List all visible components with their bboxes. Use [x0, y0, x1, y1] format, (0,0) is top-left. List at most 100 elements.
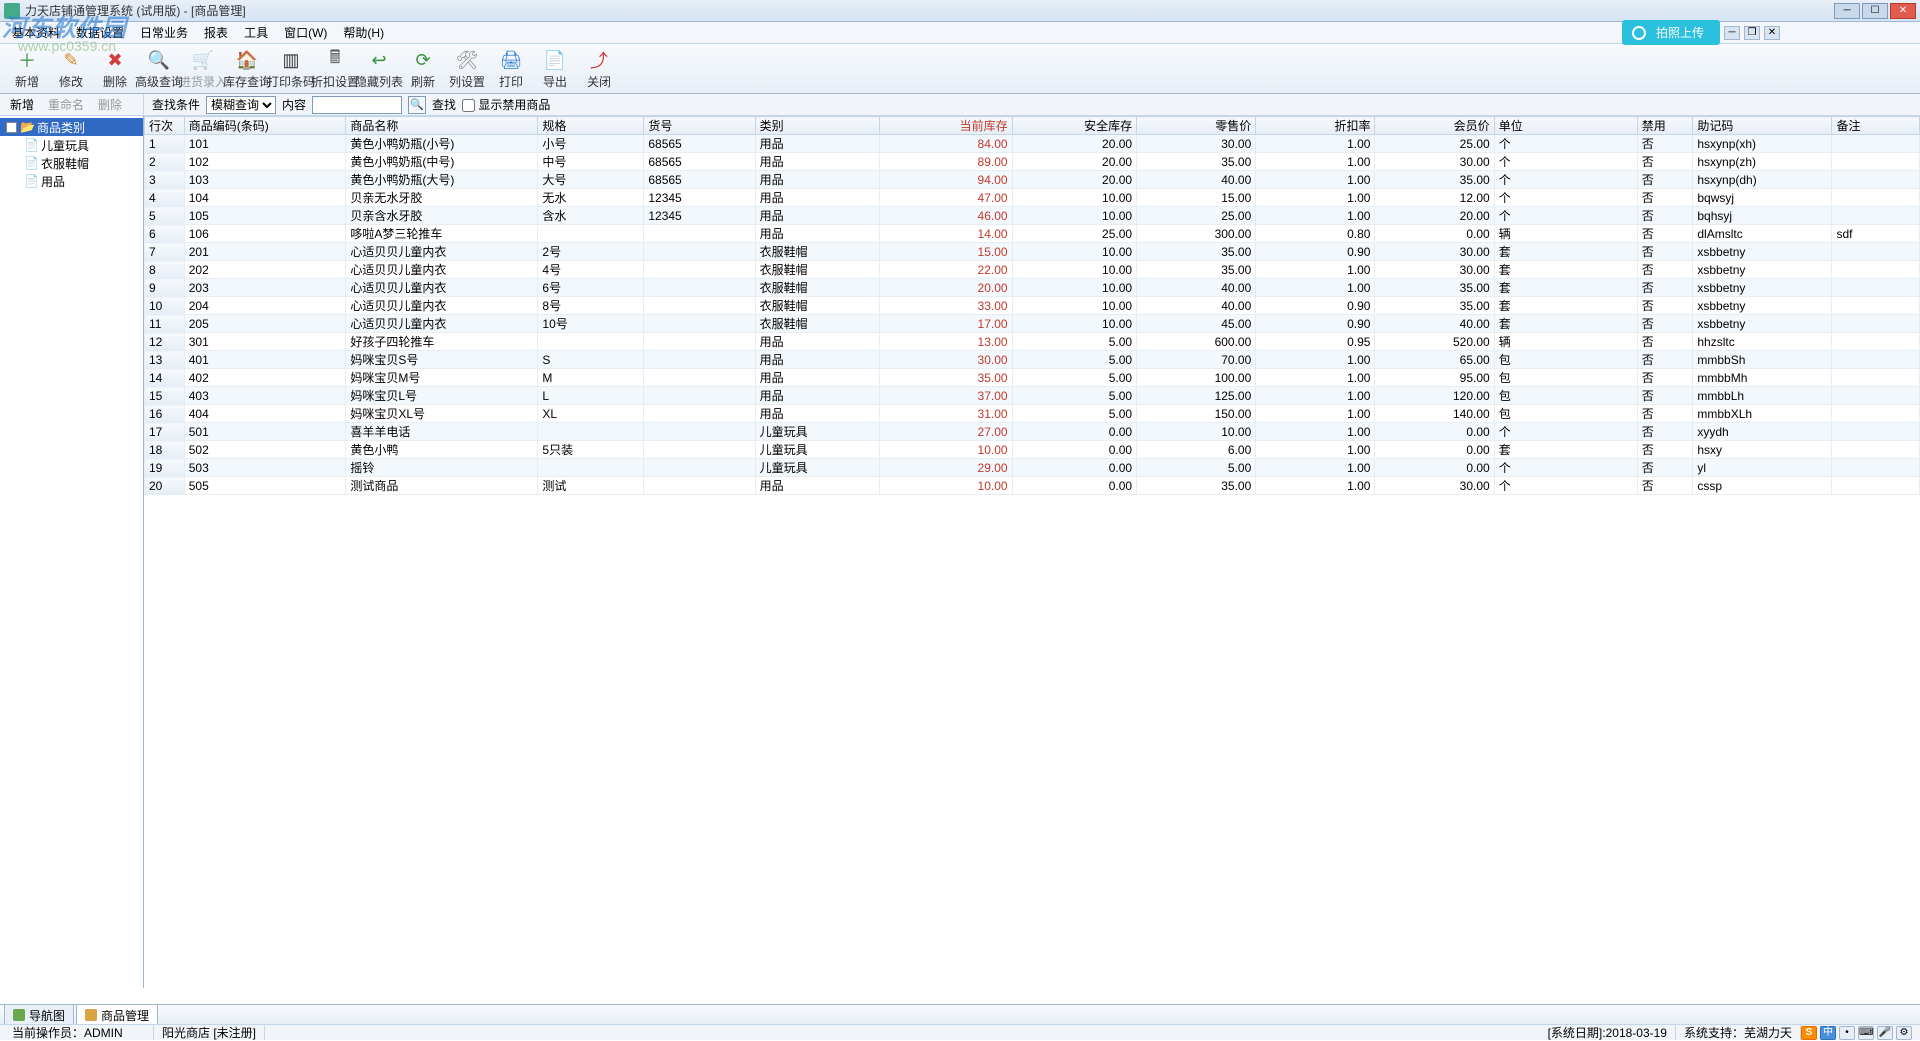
menu-tools[interactable]: 工具 [238, 22, 274, 43]
tree-item-1[interactable]: 📄衣服鞋帽 [24, 154, 143, 172]
toolbar-new-button[interactable]: ＋新增 [6, 46, 48, 91]
toolbar-discount-button[interactable]: 🖩折扣设置 [314, 46, 356, 91]
condition-select[interactable]: 模糊查询 [206, 96, 276, 114]
mdi-minimize-button[interactable]: ─ [1724, 26, 1740, 40]
cell: 16 [145, 405, 185, 423]
toolbar-advsearch-button[interactable]: 🔍高级查询 [138, 46, 180, 91]
table-row[interactable]: 7201心适贝贝儿童内衣2号衣服鞋帽15.0010.0035.000.9030.… [145, 243, 1920, 261]
col-header-2[interactable]: 商品名称 [346, 117, 538, 135]
ime-set-icon[interactable]: ⚙ [1896, 1026, 1912, 1040]
cell: 404 [184, 405, 346, 423]
show-disabled-label[interactable]: 显示禁用商品 [462, 96, 550, 113]
menu-daily[interactable]: 日常业务 [134, 22, 194, 43]
table-row[interactable]: 1101黄色小鸭奶瓶(小号)小号68565用品84.0020.0030.001.… [145, 135, 1920, 153]
col-header-9[interactable]: 折扣率 [1256, 117, 1375, 135]
tree-item-2[interactable]: 📄用品 [24, 172, 143, 190]
toolbar-label: 折扣设置 [311, 73, 359, 90]
table-row[interactable]: 12301好孩子四轮推车用品13.005.00600.000.95520.00辆… [145, 333, 1920, 351]
stockquery-icon: 🏠 [234, 47, 260, 73]
search-icon-button[interactable]: 🔍 [408, 96, 426, 114]
tree-rename-button[interactable]: 重命名 [48, 96, 84, 113]
col-header-1[interactable]: 商品编码(条码) [184, 117, 346, 135]
cell: 20.00 [1012, 153, 1137, 171]
tree-new-button[interactable]: 新增 [10, 96, 34, 113]
col-header-13[interactable]: 助记码 [1693, 117, 1832, 135]
col-header-6[interactable]: 当前库存 [880, 117, 1012, 135]
table-row[interactable]: 2102黄色小鸭奶瓶(中号)中号68565用品89.0020.0035.001.… [145, 153, 1920, 171]
cell: 大号 [538, 171, 644, 189]
tab-nav[interactable]: 导航图 [4, 1004, 74, 1026]
ime-lang-icon[interactable]: 中 [1820, 1026, 1836, 1040]
tree-delete-button[interactable]: 删除 [98, 96, 122, 113]
col-header-4[interactable]: 货号 [644, 117, 755, 135]
menu-data[interactable]: 数据设置 [70, 22, 130, 43]
upload-photo-button[interactable]: 拍照上传 [1622, 20, 1720, 45]
col-header-11[interactable]: 单位 [1494, 117, 1637, 135]
table-row[interactable]: 14402妈咪宝贝M号M用品35.005.00100.001.0095.00包否… [145, 369, 1920, 387]
table-row[interactable]: 20505测试商品测试用品10.000.0035.001.0030.00个否cs… [145, 477, 1920, 495]
menu-window[interactable]: 窗口(W) [278, 22, 333, 43]
toolbar-label: 隐藏列表 [355, 73, 403, 90]
cell [1832, 171, 1920, 189]
cell: 10.00 [1012, 315, 1137, 333]
toolbar-stockquery-button[interactable]: 🏠库存查询 [226, 46, 268, 91]
table-row[interactable]: 19503摇铃儿童玩具29.000.005.001.000.00个否yl [145, 459, 1920, 477]
table-row[interactable]: 13401妈咪宝贝S号S用品30.005.0070.001.0065.00包否m… [145, 351, 1920, 369]
toolbar-refresh-button[interactable]: ⟳刷新 [402, 46, 444, 91]
table-row[interactable]: 3103黄色小鸭奶瓶(大号)大号68565用品94.0020.0040.001.… [145, 171, 1920, 189]
col-header-7[interactable]: 安全库存 [1012, 117, 1137, 135]
col-header-12[interactable]: 禁用 [1637, 117, 1693, 135]
ime-kb-icon[interactable]: ⌨ [1858, 1026, 1874, 1040]
show-disabled-checkbox[interactable] [462, 99, 475, 112]
col-header-14[interactable]: 备注 [1832, 117, 1920, 135]
collapse-icon[interactable]: - [6, 122, 17, 133]
col-header-0[interactable]: 行次 [145, 117, 185, 135]
table-row[interactable]: 17501喜羊羊电话儿童玩具27.000.0010.001.000.00个否xy… [145, 423, 1920, 441]
cell: 1.00 [1256, 279, 1375, 297]
col-header-3[interactable]: 规格 [538, 117, 644, 135]
cell: 5.00 [1137, 459, 1256, 477]
toolbar-edit-button[interactable]: ✎修改 [50, 46, 92, 91]
mdi-restore-button[interactable]: ❐ [1744, 26, 1760, 40]
ime-mic-icon[interactable]: 🎤 [1877, 1026, 1893, 1040]
ime-s-icon[interactable]: S [1801, 1026, 1817, 1040]
product-grid-wrap[interactable]: 行次商品编码(条码)商品名称规格货号类别当前库存安全库存零售价折扣率会员价单位禁… [144, 116, 1920, 988]
close-window-button[interactable]: ✕ [1890, 3, 1916, 19]
toolbar-hidecol-button[interactable]: ↩隐藏列表 [358, 46, 400, 91]
table-row[interactable]: 9203心适贝贝儿童内衣6号衣服鞋帽20.0010.0040.001.0035.… [145, 279, 1920, 297]
menu-basic[interactable]: 基本资料 [6, 22, 66, 43]
table-row[interactable]: 15403妈咪宝贝L号L用品37.005.00125.001.00120.00包… [145, 387, 1920, 405]
tree-item-0[interactable]: 📄儿童玩具 [24, 136, 143, 154]
cell: 29.00 [880, 459, 1012, 477]
tree-root[interactable]: - 📂 商品类别 [0, 118, 143, 136]
table-row[interactable]: 6106哆啦A梦三轮推车用品14.0025.00300.000.800.00辆否… [145, 225, 1920, 243]
toolbar-delete-button[interactable]: ✖删除 [94, 46, 136, 91]
toolbar-print-button[interactable]: 🖨打印 [490, 46, 532, 91]
cell: 30.00 [1375, 243, 1494, 261]
table-row[interactable]: 11205心适贝贝儿童内衣10号衣服鞋帽17.0010.0045.000.904… [145, 315, 1920, 333]
col-header-10[interactable]: 会员价 [1375, 117, 1494, 135]
minimize-button[interactable]: ─ [1834, 3, 1860, 19]
search-button[interactable]: 查找 [432, 96, 456, 113]
toolbar-export-button[interactable]: 📄导出 [534, 46, 576, 91]
col-header-5[interactable]: 类别 [755, 117, 880, 135]
col-header-8[interactable]: 零售价 [1137, 117, 1256, 135]
table-row[interactable]: 4104贝亲无水牙胶无水12345用品47.0010.0015.001.0012… [145, 189, 1920, 207]
table-row[interactable]: 16404妈咪宝贝XL号XL用品31.005.00150.001.00140.0… [145, 405, 1920, 423]
table-row[interactable]: 5105贝亲含水牙胶含水12345用品46.0010.0025.001.0020… [145, 207, 1920, 225]
cell: 301 [184, 333, 346, 351]
mdi-close-button[interactable]: ✕ [1764, 26, 1780, 40]
table-row[interactable]: 18502黄色小鸭5只装儿童玩具10.000.006.001.000.00套否h… [145, 441, 1920, 459]
table-row[interactable]: 10204心适贝贝儿童内衣8号衣服鞋帽33.0010.0040.000.9035… [145, 297, 1920, 315]
toolbar-colset-button[interactable]: 🛠列设置 [446, 46, 488, 91]
toolbar-printbarcode-button[interactable]: ▥打印条码 [270, 46, 312, 91]
toolbar-label: 刷新 [411, 73, 435, 90]
table-row[interactable]: 8202心适贝贝儿童内衣4号衣服鞋帽22.0010.0035.001.0030.… [145, 261, 1920, 279]
content-input[interactable] [312, 96, 402, 114]
ime-punct-icon[interactable]: • [1839, 1026, 1855, 1040]
menu-report[interactable]: 报表 [198, 22, 234, 43]
tab-product[interactable]: 商品管理 [76, 1004, 158, 1026]
maximize-button[interactable]: ☐ [1862, 3, 1888, 19]
menu-help[interactable]: 帮助(H) [337, 22, 390, 43]
toolbar-close-button[interactable]: ⤴关闭 [578, 46, 620, 91]
